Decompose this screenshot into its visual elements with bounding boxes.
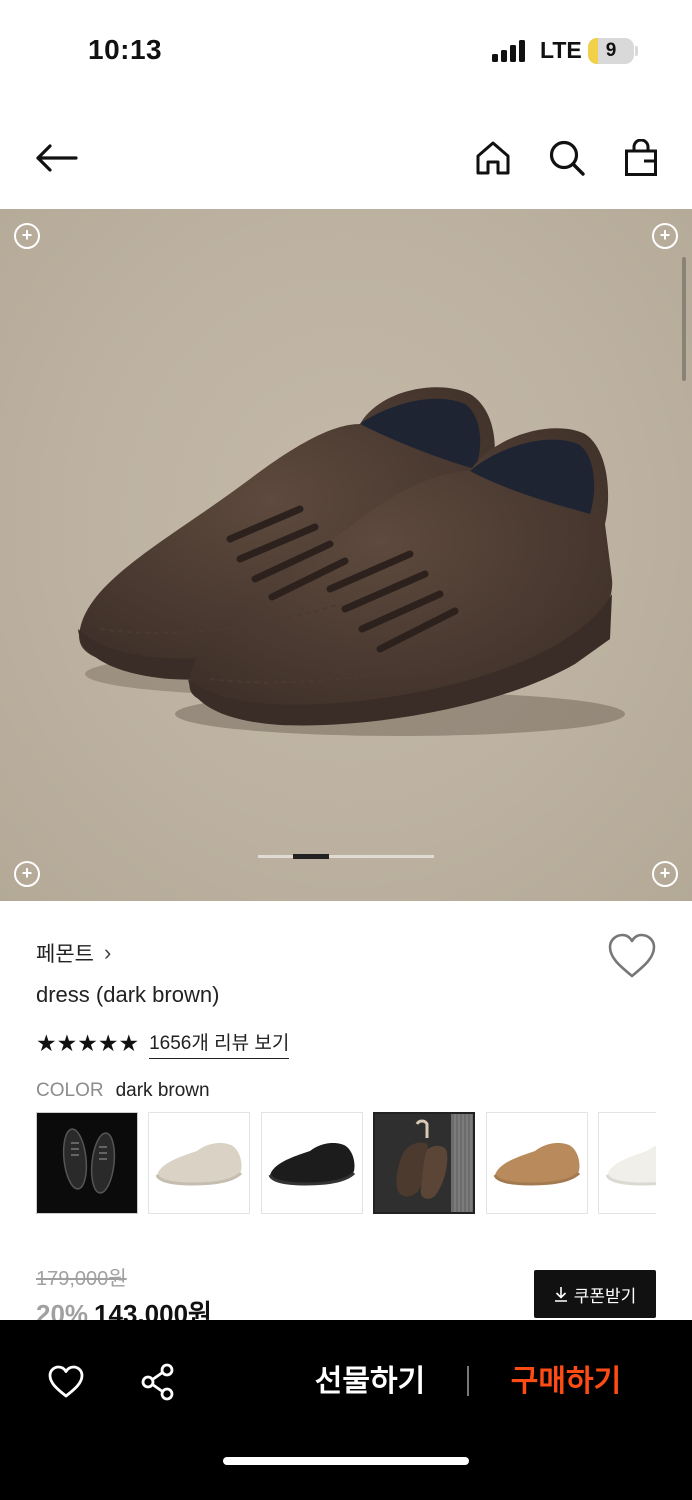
status-time: 10:13 (88, 34, 163, 65)
back-button[interactable] (32, 134, 80, 182)
home-button[interactable] (469, 134, 517, 182)
network-label: LTE (540, 37, 582, 63)
search-button[interactable] (543, 134, 591, 182)
cart-button[interactable] (617, 134, 665, 182)
shopping-bag-icon (625, 139, 657, 176)
battery-level: 9 (605, 40, 617, 61)
product-image-carousel[interactable]: + + + + (0, 209, 692, 901)
share-icon (141, 1363, 174, 1401)
coupon-button[interactable]: 쿠폰받기 (534, 1270, 656, 1318)
divider (467, 1366, 469, 1396)
color-variant-list (36, 1112, 656, 1214)
variant-thumb-beige[interactable] (148, 1112, 250, 1214)
color-label: COLOR (36, 1080, 104, 1101)
heart-icon (48, 1365, 84, 1398)
rating-row: ★★★★★ 1656개 리뷰 보기 (36, 1028, 290, 1059)
color-value: dark brown (115, 1080, 210, 1101)
variant-thumb-black-model[interactable] (36, 1112, 138, 1214)
variant-thumb-dark-brown[interactable] (373, 1112, 475, 1214)
wishlist-bottom-button[interactable] (44, 1360, 88, 1404)
heart-icon (608, 933, 656, 978)
search-icon (549, 140, 585, 176)
rating-stars: ★★★★★ (36, 1030, 140, 1056)
carousel-pager (258, 855, 434, 858)
back-arrow-icon (36, 144, 78, 172)
brand-link[interactable]: 페몬트 › (36, 938, 111, 968)
share-button[interactable] (136, 1360, 180, 1404)
buy-button[interactable]: 구매하기 (496, 1360, 636, 1404)
download-icon (554, 1287, 567, 1302)
color-row: COLOR dark brown (36, 1080, 210, 1102)
home-indicator[interactable] (223, 1457, 469, 1465)
chevron-right-icon: › (103, 940, 112, 965)
variant-thumb-tan[interactable] (486, 1112, 588, 1214)
coupon-label: 쿠폰받기 (573, 1286, 637, 1306)
battery-icon: 9 (588, 38, 634, 64)
nav-header (0, 110, 692, 206)
review-link[interactable]: 1656개 리뷰 보기 (149, 1028, 290, 1059)
original-price: 179,000원 (36, 1268, 127, 1290)
carousel-pager-active (293, 854, 329, 859)
brand-name: 페몬트 (36, 943, 94, 966)
status-bar: 10:13 LTE 9 (0, 0, 692, 100)
gift-button[interactable]: 선물하기 (300, 1360, 440, 1404)
home-icon (476, 141, 510, 175)
wishlist-button[interactable] (606, 932, 658, 980)
product-name: dress (dark brown) (36, 982, 220, 1007)
variant-thumb-white[interactable] (598, 1112, 656, 1214)
variant-thumb-black[interactable] (261, 1112, 363, 1214)
product-photo (78, 387, 625, 736)
signal-icon (492, 40, 528, 62)
bottom-action-bar: 선물하기 구매하기 (0, 1320, 692, 1500)
